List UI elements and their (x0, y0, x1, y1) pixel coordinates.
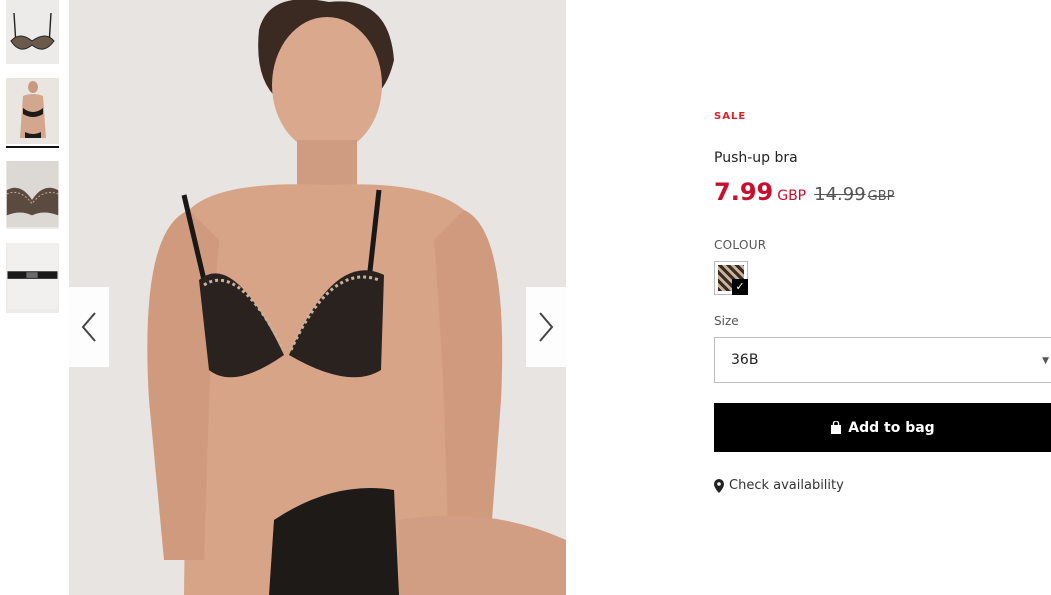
original-price: 14.99 (814, 184, 866, 205)
product-name: Push-up bra (714, 150, 798, 166)
size-select[interactable]: 36B ▼ (714, 337, 1051, 383)
check-availability-link[interactable]: Check availability (714, 478, 844, 493)
model-image (6, 78, 59, 144)
main-product-image (69, 0, 566, 595)
colour-label: COLOUR (714, 238, 767, 252)
map-pin-icon (714, 478, 724, 493)
thumbnail-4[interactable] (6, 243, 59, 313)
thumbnail-2[interactable] (6, 78, 59, 144)
thumbnail-3[interactable] (6, 161, 59, 229)
chevron-left-icon (81, 312, 96, 342)
chevron-right-icon (539, 312, 554, 342)
check-availability-label: Check availability (729, 478, 844, 493)
add-to-bag-label: Add to bag (848, 419, 935, 436)
add-to-bag-button[interactable]: Add to bag (714, 403, 1051, 452)
sale-price: 7.99 (714, 178, 774, 206)
original-price-currency: GBP (867, 189, 895, 204)
size-label: Size (714, 314, 739, 328)
bra-product-image (6, 1, 59, 64)
sale-badge: SALE (714, 111, 747, 122)
model-photo (69, 0, 566, 595)
bra-detail-image (6, 161, 59, 227)
active-thumbnail-indicator (6, 146, 59, 148)
price-row: 7.99 GBP 14.99 GBP (714, 178, 895, 206)
product-info-panel: SALE Push-up bra 7.99 GBP 14.99 GBP COLOUR … (714, 0, 1051, 595)
size-selected-value: 36B (731, 352, 759, 368)
sale-price-currency: GBP (777, 188, 807, 204)
chevron-down-icon: ▼ (1042, 356, 1049, 366)
previous-image-button[interactable] (69, 287, 109, 367)
checkmark-icon: ✓ (732, 279, 748, 295)
bra-band-image (7, 243, 58, 309)
thumbnail-1[interactable] (6, 0, 59, 64)
next-image-button[interactable] (526, 287, 566, 367)
colour-swatch[interactable]: ✓ (714, 261, 748, 295)
shopping-bag-icon (831, 421, 842, 434)
